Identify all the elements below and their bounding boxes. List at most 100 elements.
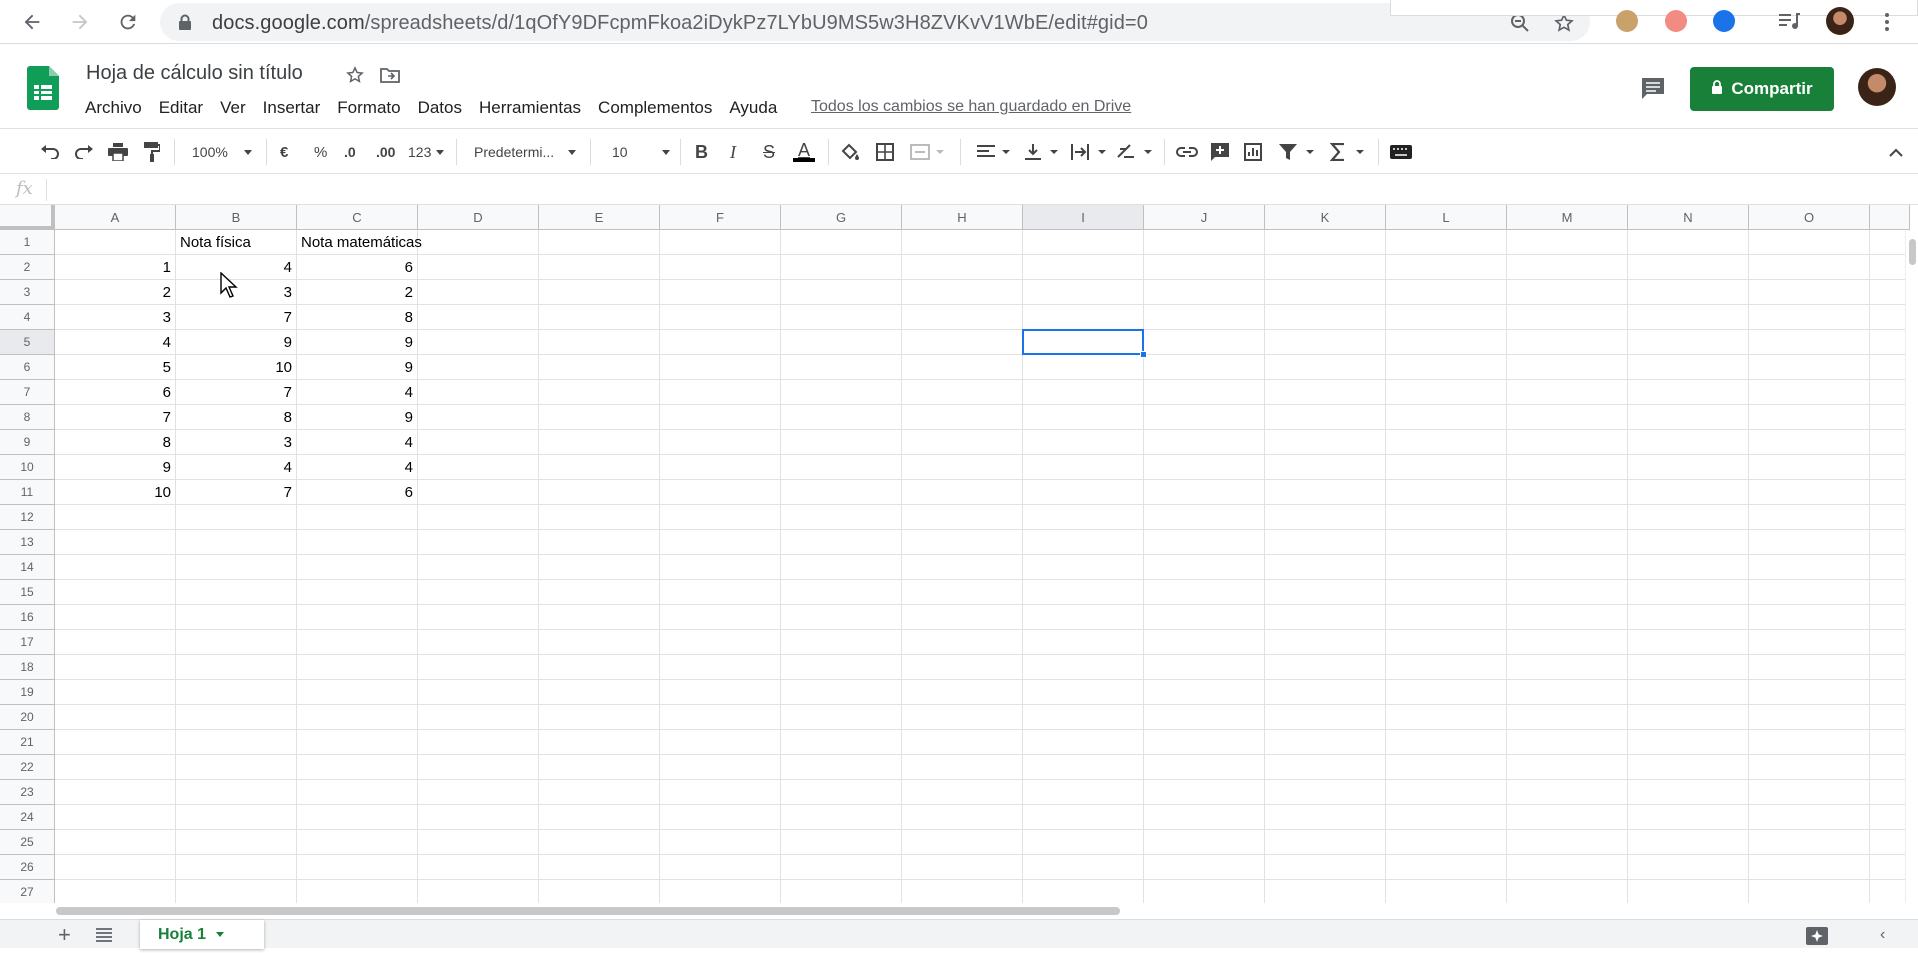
menu-ayuda[interactable]: Ayuda [729, 98, 777, 118]
cell-p1[interactable] [1870, 230, 1910, 255]
cell-h3[interactable] [902, 280, 1023, 305]
cell-g15[interactable] [781, 580, 902, 605]
cell-o7[interactable] [1749, 380, 1870, 405]
cell-m4[interactable] [1507, 305, 1628, 330]
cell-j26[interactable] [1144, 855, 1265, 880]
cell-k6[interactable] [1265, 355, 1386, 380]
vertical-scrollbar[interactable] [1905, 231, 1918, 905]
cell-c13[interactable] [297, 530, 418, 555]
cell-a25[interactable] [55, 830, 176, 855]
cell-p4[interactable] [1870, 305, 1910, 330]
cell-l6[interactable] [1386, 355, 1507, 380]
cell-n22[interactable] [1628, 755, 1749, 780]
more-formats-button[interactable]: 123 [408, 140, 445, 164]
cell-a26[interactable] [55, 855, 176, 880]
cell-h9[interactable] [902, 430, 1023, 455]
cell-f9[interactable] [660, 430, 781, 455]
cell-a19[interactable] [55, 680, 176, 705]
row-header-12[interactable]: 12 [0, 505, 55, 530]
cell-m21[interactable] [1507, 730, 1628, 755]
cell-a27[interactable] [55, 880, 176, 905]
cell-n12[interactable] [1628, 505, 1749, 530]
cell-l5[interactable] [1386, 330, 1507, 355]
cell-k12[interactable] [1265, 505, 1386, 530]
cell-b7[interactable]: 7 [176, 380, 297, 405]
cell-j15[interactable] [1144, 580, 1265, 605]
cell-j11[interactable] [1144, 480, 1265, 505]
cell-d18[interactable] [418, 655, 539, 680]
cell-b18[interactable] [176, 655, 297, 680]
horizontal-scroll-thumb[interactable] [56, 907, 1120, 915]
cell-i9[interactable] [1023, 430, 1144, 455]
cell-k16[interactable] [1265, 605, 1386, 630]
cell-p27[interactable] [1870, 880, 1910, 905]
cell-a22[interactable] [55, 755, 176, 780]
cell-j17[interactable] [1144, 630, 1265, 655]
cell-b23[interactable] [176, 780, 297, 805]
cell-f18[interactable] [660, 655, 781, 680]
column-header-f[interactable]: F [660, 205, 781, 230]
cell-o26[interactable] [1749, 855, 1870, 880]
cell-p26[interactable] [1870, 855, 1910, 880]
record-extension-icon[interactable] [1665, 10, 1687, 32]
column-header-n[interactable]: N [1628, 205, 1749, 230]
cell-o18[interactable] [1749, 655, 1870, 680]
cell-b27[interactable] [176, 880, 297, 905]
cell-i22[interactable] [1023, 755, 1144, 780]
cell-l8[interactable] [1386, 405, 1507, 430]
cell-e18[interactable] [539, 655, 660, 680]
bookmark-star-icon[interactable] [1554, 13, 1574, 38]
merge-cells-icon[interactable] [910, 140, 944, 164]
side-panel-toggle-icon[interactable]: ‹ [1880, 926, 1885, 944]
cell-g20[interactable] [781, 705, 902, 730]
cell-k9[interactable] [1265, 430, 1386, 455]
cell-j25[interactable] [1144, 830, 1265, 855]
cell-k2[interactable] [1265, 255, 1386, 280]
cell-m5[interactable] [1507, 330, 1628, 355]
cell-n15[interactable] [1628, 580, 1749, 605]
cell-l17[interactable] [1386, 630, 1507, 655]
cell-f12[interactable] [660, 505, 781, 530]
cell-h16[interactable] [902, 605, 1023, 630]
cell-f8[interactable] [660, 405, 781, 430]
cell-d12[interactable] [418, 505, 539, 530]
cell-b19[interactable] [176, 680, 297, 705]
cell-i23[interactable] [1023, 780, 1144, 805]
row-header-13[interactable]: 13 [0, 530, 55, 555]
cell-m6[interactable] [1507, 355, 1628, 380]
column-header-k[interactable]: K [1265, 205, 1386, 230]
cell-o25[interactable] [1749, 830, 1870, 855]
cell-a10[interactable]: 9 [55, 455, 176, 480]
cell-j1[interactable] [1144, 230, 1265, 255]
cell-i2[interactable] [1023, 255, 1144, 280]
cell-b16[interactable] [176, 605, 297, 630]
row-header-26[interactable]: 26 [0, 855, 55, 880]
cell-o20[interactable] [1749, 705, 1870, 730]
cell-a23[interactable] [55, 780, 176, 805]
cell-n23[interactable] [1628, 780, 1749, 805]
cell-i6[interactable] [1023, 355, 1144, 380]
cell-i17[interactable] [1023, 630, 1144, 655]
cell-d11[interactable] [418, 480, 539, 505]
star-icon[interactable] [346, 66, 364, 89]
cell-c19[interactable] [297, 680, 418, 705]
cell-j8[interactable] [1144, 405, 1265, 430]
cell-k11[interactable] [1265, 480, 1386, 505]
cell-d15[interactable] [418, 580, 539, 605]
cell-p25[interactable] [1870, 830, 1910, 855]
cell-a13[interactable] [55, 530, 176, 555]
functions-icon[interactable] [1330, 140, 1366, 164]
cell-i24[interactable] [1023, 805, 1144, 830]
cell-l4[interactable] [1386, 305, 1507, 330]
cell-b20[interactable] [176, 705, 297, 730]
move-folder-icon[interactable] [380, 67, 400, 88]
cell-m25[interactable] [1507, 830, 1628, 855]
cell-i11[interactable] [1023, 480, 1144, 505]
cell-j23[interactable] [1144, 780, 1265, 805]
cell-d16[interactable] [418, 605, 539, 630]
cell-f25[interactable] [660, 830, 781, 855]
cell-o10[interactable] [1749, 455, 1870, 480]
cell-j2[interactable] [1144, 255, 1265, 280]
cell-b14[interactable] [176, 555, 297, 580]
select-all-corner[interactable] [0, 205, 55, 230]
